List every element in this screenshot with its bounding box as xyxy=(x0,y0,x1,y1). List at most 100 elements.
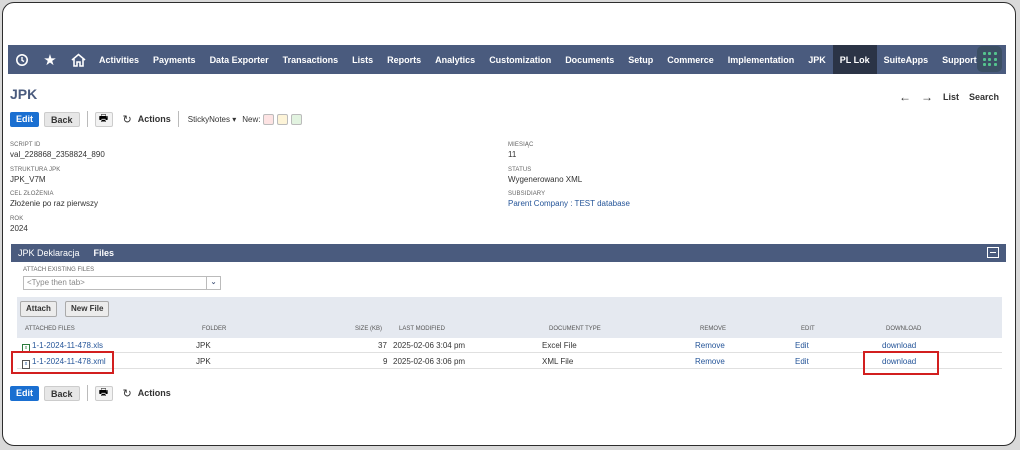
modified-cell: 2025-02-06 3:06 pm xyxy=(393,357,466,366)
new-note-yellow-swatch[interactable] xyxy=(277,113,289,125)
type-cell: Excel File xyxy=(542,341,577,350)
field-cel-zlozenia: Cel złożenia Złożenie po raz pierwszy xyxy=(10,191,98,208)
nav-reports[interactable]: Reports xyxy=(380,45,428,74)
remove-link[interactable]: Remove xyxy=(695,357,725,366)
back-button[interactable]: Back xyxy=(44,111,80,127)
col-header-remove: REMOVE xyxy=(700,326,727,332)
nav-payments[interactable]: Payments xyxy=(146,45,203,74)
star-icon[interactable]: ★ xyxy=(36,45,64,74)
bottom-toolbar: Edit Back 🖶 ↻ Actions xyxy=(10,385,171,401)
col-header-folder: FOLDER xyxy=(202,326,227,332)
file-name: 1-1-2024-11-478.xls xyxy=(32,341,104,350)
field-label: Miesiąc xyxy=(508,142,534,148)
actions-menu[interactable]: ↻ Actions xyxy=(123,387,171,400)
app-window: ★ Activities Payments Data Exporter Tran… xyxy=(2,2,1016,446)
size-cell: 9 xyxy=(383,357,388,366)
nav-implementation[interactable]: Implementation xyxy=(721,45,802,74)
record-navigation: ← → List Search xyxy=(899,90,999,104)
toolbar-divider xyxy=(177,111,179,127)
subtab-bar: JPK Deklaracja Files xyxy=(11,244,1006,262)
refresh-icon: ↻ xyxy=(122,113,132,126)
field-label: Status xyxy=(508,167,532,173)
field-script-id: Script ID val_228868_2358824_890 xyxy=(10,142,105,159)
refresh-icon: ↻ xyxy=(122,387,132,400)
actions-label: Actions xyxy=(137,114,171,124)
collapse-icon[interactable] xyxy=(987,247,999,258)
files-panel xyxy=(17,297,1002,338)
tab-jpk-deklaracja[interactable]: JPK Deklaracja xyxy=(11,248,87,258)
print-icon[interactable]: 🖶 xyxy=(94,111,113,127)
recent-icon[interactable] xyxy=(8,45,36,74)
edit-link[interactable]: Edit xyxy=(795,341,809,350)
home-icon[interactable] xyxy=(64,45,92,74)
nav-lists[interactable]: Lists xyxy=(345,45,380,74)
new-note-red-swatch[interactable] xyxy=(263,113,275,125)
nav-transactions[interactable]: Transactions xyxy=(276,45,346,74)
table-row: x 1-1-2024-11-478.xls JPK 37 2025-02-06 3… xyxy=(17,338,1002,353)
tab-files[interactable]: Files xyxy=(87,248,122,258)
edit-button[interactable]: Edit xyxy=(10,385,39,401)
field-struktura-jpk: Struktura JPK JPK_V7M xyxy=(10,167,60,184)
attach-files-label: ATTACH EXISTING FILES xyxy=(23,267,95,273)
page-title: JPK xyxy=(10,86,38,102)
field-miesiac: Miesiąc 11 xyxy=(508,142,533,159)
col-header-last-modified: LAST MODIFIED xyxy=(399,326,445,332)
chevron-down-icon[interactable]: ⌄ xyxy=(206,277,220,289)
actions-menu[interactable]: ↻ Actions xyxy=(123,113,171,126)
nav-analytics[interactable]: Analytics xyxy=(428,45,482,74)
edit-link[interactable]: Edit xyxy=(795,357,809,366)
field-value: Wygenerowano XML xyxy=(508,175,583,184)
actions-label: Actions xyxy=(137,388,171,398)
field-value: 11 xyxy=(508,150,517,159)
arrow-left-icon[interactable]: ← xyxy=(899,90,911,104)
nav-pl-lok[interactable]: PL Lok xyxy=(832,45,877,74)
field-label: Script ID xyxy=(10,142,41,148)
field-value: JPK_V7M xyxy=(10,175,46,184)
edit-button[interactable]: Edit xyxy=(10,111,39,127)
folder-cell: JPK xyxy=(196,341,211,350)
col-header-size: SIZE (KB) xyxy=(355,326,383,332)
field-rok: Rok 2024 xyxy=(10,216,28,233)
arrow-right-icon[interactable]: → xyxy=(921,90,933,104)
highlight-download-link xyxy=(863,351,939,375)
nav-commerce[interactable]: Commerce xyxy=(660,45,721,74)
field-label: Struktura JPK xyxy=(10,167,61,173)
nav-setup[interactable]: Setup xyxy=(621,45,660,74)
attach-files-placeholder: <Type then tab> xyxy=(27,278,85,287)
sticky-notes-menu[interactable]: StickyNotes ▾ xyxy=(188,115,236,124)
field-label: Rok xyxy=(10,216,24,222)
nav-jpk[interactable]: JPK xyxy=(801,45,833,74)
field-subsidiary: Subsidiary Parent Company : TEST databas… xyxy=(508,191,630,208)
field-label: Subsidiary xyxy=(508,191,546,197)
nav-activities[interactable]: Activities xyxy=(92,45,146,74)
col-header-download: DOWNLOAD xyxy=(886,326,922,332)
field-value: 2024 xyxy=(10,224,28,233)
list-link[interactable]: List xyxy=(943,92,959,102)
print-icon[interactable]: 🖶 xyxy=(94,385,113,401)
nav-documents[interactable]: Documents xyxy=(558,45,621,74)
new-note-green-swatch[interactable] xyxy=(291,113,303,125)
new-file-button[interactable]: New File xyxy=(65,301,110,317)
folder-cell: JPK xyxy=(196,357,211,366)
new-note-label: New: xyxy=(242,114,261,124)
type-cell: XML File xyxy=(542,357,574,366)
search-link[interactable]: Search xyxy=(969,92,999,102)
nav-customization[interactable]: Customization xyxy=(482,45,558,74)
attach-files-input[interactable]: <Type then tab> ⌄ xyxy=(23,276,221,290)
toolbar-divider xyxy=(86,385,88,401)
col-header-attached-files: ATTACHED FILES xyxy=(25,326,75,332)
field-value: Złożenie po raz pierwszy xyxy=(10,199,99,208)
nav-suiteapps[interactable]: SuiteApps xyxy=(877,45,936,74)
nav-data-exporter[interactable]: Data Exporter xyxy=(203,45,276,74)
highlight-xml-file xyxy=(11,351,114,374)
back-button[interactable]: Back xyxy=(44,385,80,401)
remove-link[interactable]: Remove xyxy=(695,341,725,350)
download-link[interactable]: download xyxy=(882,341,916,350)
attach-button[interactable]: Attach xyxy=(20,301,57,317)
subsidiary-link[interactable]: Parent Company : TEST database xyxy=(508,199,630,208)
modified-cell: 2025-02-06 3:04 pm xyxy=(393,341,466,350)
col-header-edit: EDIT xyxy=(801,326,815,332)
toolbar-divider xyxy=(86,111,88,127)
table-row: x 1-1-2024-11-478.xml JPK 9 2025-02-06 3:… xyxy=(17,354,1002,369)
app-launcher-icon[interactable] xyxy=(977,46,1002,72)
